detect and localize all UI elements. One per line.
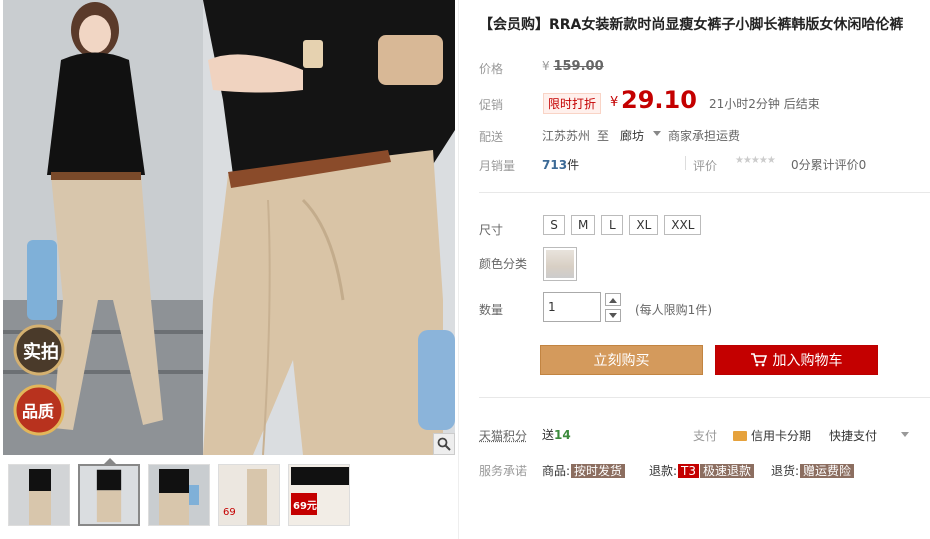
product-gallery: 实拍 品质 69 69元: [0, 0, 458, 539]
main-image-illustration: 实拍 品质: [3, 0, 455, 455]
thumbnail-1[interactable]: [8, 464, 70, 526]
ship-fee: 商家承担运费: [668, 127, 740, 144]
service-refund-tag[interactable]: 极速退款: [700, 464, 754, 478]
promo-tag: 限时打折: [543, 93, 601, 114]
review-count-link[interactable]: 0分累计评价0: [791, 156, 866, 173]
color-swatch-image: [546, 250, 574, 278]
service-item-return: 退货: 赠运费险: [771, 462, 854, 479]
service-ship-tag[interactable]: 按时发货: [571, 464, 625, 478]
ship-to-word: 至: [597, 127, 609, 144]
qty-limit-note: (每人限购1件): [635, 301, 712, 318]
service-refund-tag-t3[interactable]: T3: [678, 464, 699, 478]
badge-shipai: 实拍: [23, 341, 59, 363]
ship-to-select[interactable]: 廊坊: [620, 127, 644, 144]
credit-installment-option[interactable]: 信用卡分期: [733, 427, 811, 444]
chevron-down-icon[interactable]: [901, 432, 909, 437]
badge-pinzhi: 品质: [22, 402, 54, 421]
divider: [685, 156, 686, 170]
chevron-up-icon: [609, 297, 617, 303]
promo-yen-symbol: ¥: [610, 95, 618, 110]
service-label: 服务承诺: [479, 462, 527, 479]
original-price: ¥ 159.00: [542, 59, 604, 74]
section-divider: [479, 397, 930, 398]
points-prefix: 送: [542, 428, 554, 442]
add-to-cart-label: 加入购物车: [773, 350, 843, 370]
sales-count: 713件: [542, 156, 579, 173]
add-to-cart-button[interactable]: 加入购物车: [715, 345, 878, 375]
size-option-s[interactable]: S: [543, 215, 565, 235]
points-value: 送14: [542, 426, 571, 443]
svg-text:69元: 69元: [293, 500, 317, 512]
product-info-panel: 【会员购】RRA女装新款时尚显瘦女裤子小脚长裤韩版女休闲哈伦裤 价格 ¥ 159…: [458, 0, 930, 539]
chevron-down-icon: [609, 313, 617, 319]
size-option-l[interactable]: L: [601, 215, 623, 235]
buy-now-button[interactable]: 立刻购买: [540, 345, 703, 375]
size-option-m[interactable]: M: [571, 215, 595, 235]
sales-count-value: 713: [542, 158, 567, 172]
sales-label: 月销量: [479, 157, 515, 174]
points-number: 14: [554, 428, 571, 442]
magnifier-icon: [437, 437, 451, 451]
thumbnail-2[interactable]: [78, 464, 140, 526]
size-label: 尺寸: [479, 221, 503, 238]
ship-from: 江苏苏州: [542, 127, 590, 144]
color-label: 颜色分类: [479, 255, 527, 272]
size-option-xxl[interactable]: XXL: [664, 215, 701, 235]
quantity-input[interactable]: [543, 292, 601, 322]
cart-icon: [751, 353, 767, 367]
service-ship-prefix: 商品:: [542, 464, 570, 478]
color-option-swatch[interactable]: [543, 247, 577, 281]
pay-label: 支付: [693, 427, 717, 444]
thumbnail-3[interactable]: [148, 464, 210, 526]
thumbnail-4[interactable]: 69: [218, 464, 280, 526]
thumbnail-strip: 69 69元: [8, 464, 350, 526]
service-item-ship: 商品: 按时发货: [542, 462, 625, 479]
size-option-xl[interactable]: XL: [629, 215, 658, 235]
quick-pay-option[interactable]: 快捷支付: [829, 427, 877, 444]
promo-price: 29.10: [621, 86, 697, 114]
service-item-refund: 退款: T3 极速退款: [649, 462, 754, 479]
zoom-button[interactable]: [433, 433, 455, 455]
credit-installment-label: 信用卡分期: [751, 427, 811, 444]
qty-increase-button[interactable]: [605, 293, 621, 306]
section-divider: [479, 192, 930, 193]
service-return-prefix: 退货:: [771, 464, 799, 478]
original-price-value: 159.00: [553, 59, 603, 74]
credit-card-icon: [733, 431, 747, 441]
service-return-tag[interactable]: 赠运费险: [800, 464, 854, 478]
star-rating-icon: ★★★★★: [735, 155, 775, 166]
service-refund-prefix: 退款:: [649, 464, 677, 478]
promo-label: 促销: [479, 96, 503, 113]
thumbnail-5[interactable]: 69元: [288, 464, 350, 526]
chevron-down-icon[interactable]: [653, 131, 661, 136]
product-title: 【会员购】RRA女装新款时尚显瘦女裤子小脚长裤韩版女休闲哈伦裤: [479, 14, 903, 34]
size-options: S M L XL XXL: [543, 215, 701, 235]
qty-label: 数量: [479, 301, 503, 318]
promo-countdown: 21小时2分钟 后结束: [709, 95, 820, 112]
price-label: 价格: [479, 60, 503, 77]
yen-symbol: ¥: [542, 59, 550, 73]
rating-label: 评价: [693, 157, 717, 174]
svg-text:69: 69: [223, 507, 236, 518]
qty-decrease-button[interactable]: [605, 309, 621, 322]
ship-label: 配送: [479, 128, 503, 145]
main-product-image[interactable]: 实拍 品质: [3, 0, 455, 455]
tmall-points-link[interactable]: 天猫积分: [479, 427, 527, 444]
sales-unit: 件: [567, 158, 579, 172]
